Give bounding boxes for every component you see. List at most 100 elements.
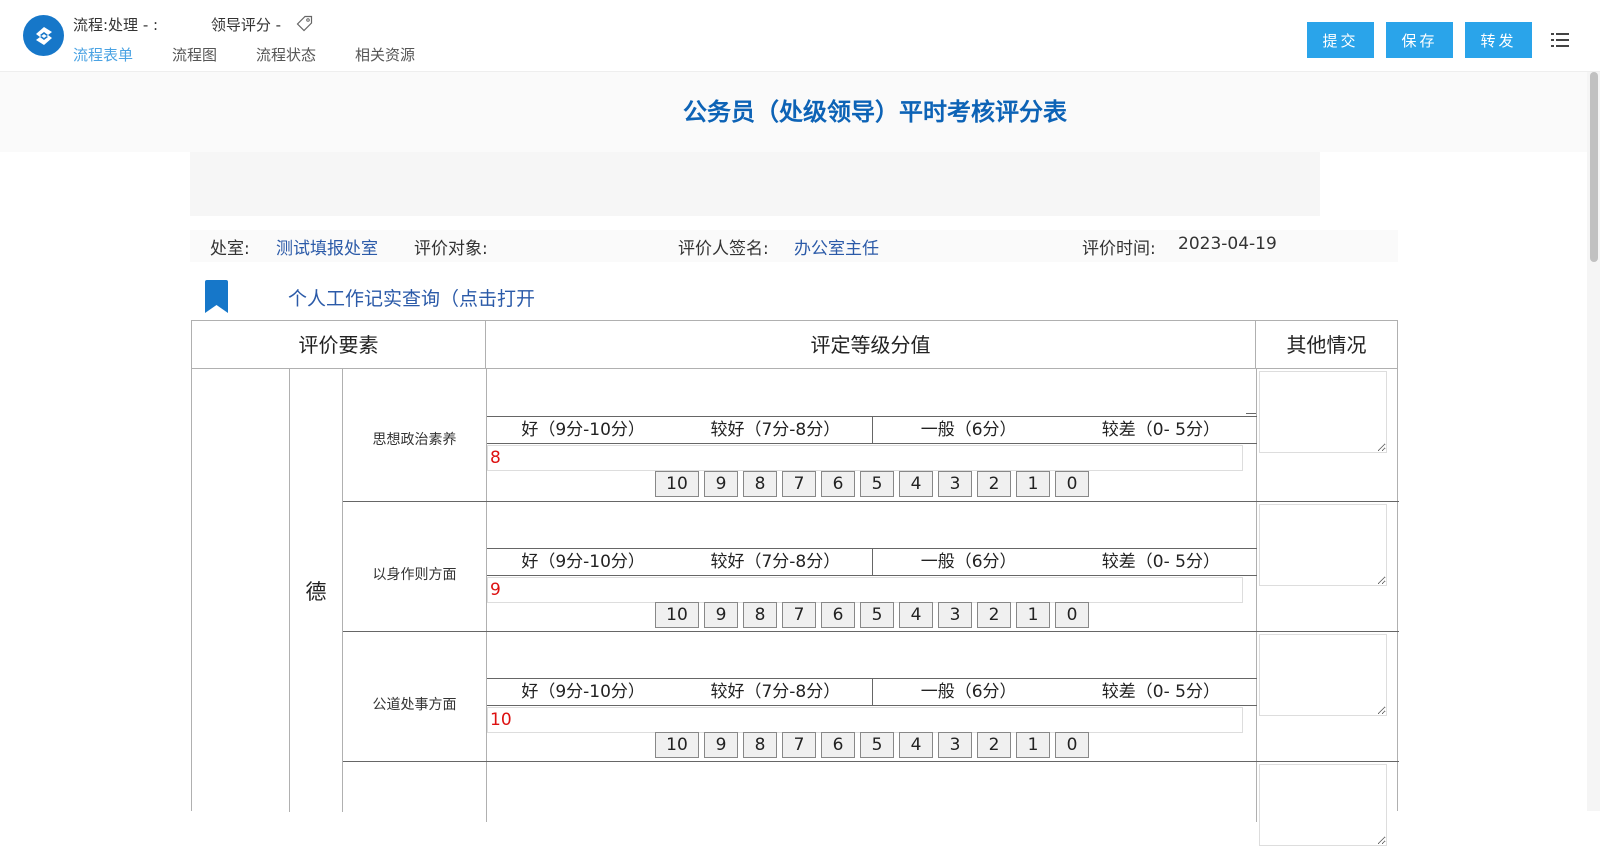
grade-good: 好（9分-10分） (521, 682, 645, 702)
score-button-4[interactable]: 4 (899, 471, 933, 497)
score-button-2[interactable]: 2 (977, 471, 1011, 497)
signer-label: 评价人签名: (678, 239, 769, 259)
tab-status[interactable]: 流程状态 (256, 44, 316, 65)
row-label (343, 762, 487, 822)
score-button-5[interactable]: 5 (860, 732, 894, 758)
grade-poor: 较差（0- 5分） (1101, 420, 1220, 440)
grade-fairly-good: 较好（7分-8分） (679, 679, 873, 705)
score-button-10[interactable]: 10 (655, 732, 699, 758)
submit-button[interactable]: 提交 (1307, 22, 1374, 58)
score-buttons: 10 9 8 7 6 5 4 3 2 1 0 (487, 732, 1257, 758)
table-row: 以身作则方面 好（9分-10分） 较好（7分-8分） 一般（6分） 较差（0- … (343, 502, 1399, 632)
forward-button[interactable]: 转发 (1465, 22, 1532, 58)
tab-flowchart[interactable]: 流程图 (172, 44, 217, 65)
grade-fairly-good: 较好（7分-8分） (679, 417, 873, 443)
score-button-7[interactable]: 7 (782, 602, 816, 628)
form-tabs: 流程表单 流程图 流程状态 相关资源 (73, 44, 454, 65)
score-input[interactable]: 9 (487, 577, 1243, 603)
score-input[interactable]: 8 (487, 445, 1243, 471)
scrollbar-thumb[interactable] (1590, 72, 1598, 262)
score-button-7[interactable]: 7 (782, 732, 816, 758)
score-button-0[interactable]: 0 (1055, 602, 1089, 628)
group-cell (192, 369, 290, 812)
row-grade-area: 好（9分-10分） 较好（7分-8分） 一般（6分） 较差（0- 5分） 9 1… (487, 502, 1257, 631)
score-button-8[interactable]: 8 (743, 471, 777, 497)
score-button-10[interactable]: 10 (655, 471, 699, 497)
score-button-8[interactable]: 8 (743, 732, 777, 758)
row-label: 公道处事方面 (343, 632, 487, 761)
target-label: 评价对象: (414, 239, 488, 259)
grade-good: 好（9分-10分） (521, 420, 645, 440)
tag-icon[interactable] (296, 15, 313, 32)
dept-label: 处室: (210, 239, 250, 259)
score-input[interactable]: 10 (487, 707, 1243, 733)
signer-value: 办公室主任 (794, 239, 879, 259)
score-button-9[interactable]: 9 (704, 732, 738, 758)
row-label: 以身作则方面 (343, 502, 487, 631)
score-button-3[interactable]: 3 (938, 732, 972, 758)
grade-good: 好（9分-10分） (521, 552, 645, 572)
other-notes-input[interactable] (1259, 371, 1387, 453)
grade-average: 一般（6分） (920, 420, 1017, 440)
score-button-10[interactable]: 10 (655, 602, 699, 628)
save-button[interactable]: 保存 (1386, 22, 1453, 58)
score-button-0[interactable]: 0 (1055, 471, 1089, 497)
tab-resources[interactable]: 相关资源 (355, 44, 415, 65)
row-label: 思想政治素养 (343, 369, 487, 501)
grade-labels: 好（9分-10分） 较好（7分-8分） 一般（6分） 较差（0- 5分） (487, 678, 1257, 706)
grade-average: 一般（6分） (920, 552, 1017, 572)
score-button-0[interactable]: 0 (1055, 732, 1089, 758)
other-cell (1257, 762, 1399, 846)
other-notes-input[interactable] (1259, 764, 1387, 846)
grade-labels: 好（9分-10分） 较好（7分-8分） 一般（6分） 较差（0- 5分） (487, 416, 1257, 444)
score-button-5[interactable]: 5 (860, 602, 894, 628)
row-grade-area (487, 762, 1257, 822)
score-button-1[interactable]: 1 (1016, 602, 1050, 628)
tab-form[interactable]: 流程表单 (73, 44, 133, 65)
blank-band (190, 152, 1320, 216)
header-other: 其他情况 (1256, 321, 1397, 369)
score-button-9[interactable]: 9 (704, 602, 738, 628)
score-button-1[interactable]: 1 (1016, 471, 1050, 497)
bookmark-icon (205, 280, 228, 313)
evaluation-table: 评价要素 评定等级分值 其他情况 德 思想政治素养 好（9分-10分） 较好（7… (191, 320, 1399, 846)
work-record-link[interactable]: 个人工作记实查询（点击打开 (288, 284, 535, 311)
process-title: 流程:处理 - : 领导评分 - (73, 14, 313, 35)
score-button-1[interactable]: 1 (1016, 732, 1050, 758)
process-label: 流程:处理 - : (73, 16, 159, 34)
row-grade-area: 好（9分-10分） 较好（7分-8分） 一般（6分） 较差（0- 5分） 10 … (487, 632, 1257, 761)
grade-fairly-good: 较好（7分-8分） (679, 549, 873, 575)
form-title: 公务员（处级领导）平时考核评分表 (683, 98, 1067, 126)
other-notes-input[interactable] (1259, 634, 1387, 716)
other-cell (1257, 632, 1399, 761)
grade-poor: 较差（0- 5分） (1101, 552, 1220, 572)
process-subtitle: 领导评分 - (210, 16, 282, 34)
dept-value: 测试填报处室 (276, 239, 378, 259)
grade-labels: 好（9分-10分） 较好（7分-8分） 一般（6分） 较差（0- 5分） (487, 548, 1257, 576)
score-buttons: 10 9 8 7 6 5 4 3 2 1 0 (487, 471, 1257, 497)
score-button-7[interactable]: 7 (782, 471, 816, 497)
table-row (343, 762, 1399, 846)
score-button-2[interactable]: 2 (977, 602, 1011, 628)
app-logo (23, 15, 64, 56)
score-button-6[interactable]: 6 (821, 471, 855, 497)
score-button-2[interactable]: 2 (977, 732, 1011, 758)
header-factor: 评价要素 (192, 321, 486, 369)
score-button-5[interactable]: 5 (860, 471, 894, 497)
score-button-3[interactable]: 3 (938, 602, 972, 628)
score-button-3[interactable]: 3 (938, 471, 972, 497)
row-marker (1246, 413, 1256, 414)
score-button-4[interactable]: 4 (899, 602, 933, 628)
time-label: 评价时间: (1082, 239, 1156, 259)
score-button-9[interactable]: 9 (704, 471, 738, 497)
other-cell (1257, 369, 1399, 501)
logo-icon (35, 26, 52, 45)
score-button-6[interactable]: 6 (821, 602, 855, 628)
score-button-6[interactable]: 6 (821, 732, 855, 758)
other-notes-input[interactable] (1259, 504, 1387, 586)
list-menu-icon[interactable] (1550, 30, 1570, 50)
form-container: 公务员（处级领导）平时考核评分表 处室: 测试填报处室 评价对象: 评价人签名:… (0, 72, 1587, 846)
table-row: 公道处事方面 好（9分-10分） 较好（7分-8分） 一般（6分） 较差（0- … (343, 632, 1399, 762)
score-button-4[interactable]: 4 (899, 732, 933, 758)
score-button-8[interactable]: 8 (743, 602, 777, 628)
